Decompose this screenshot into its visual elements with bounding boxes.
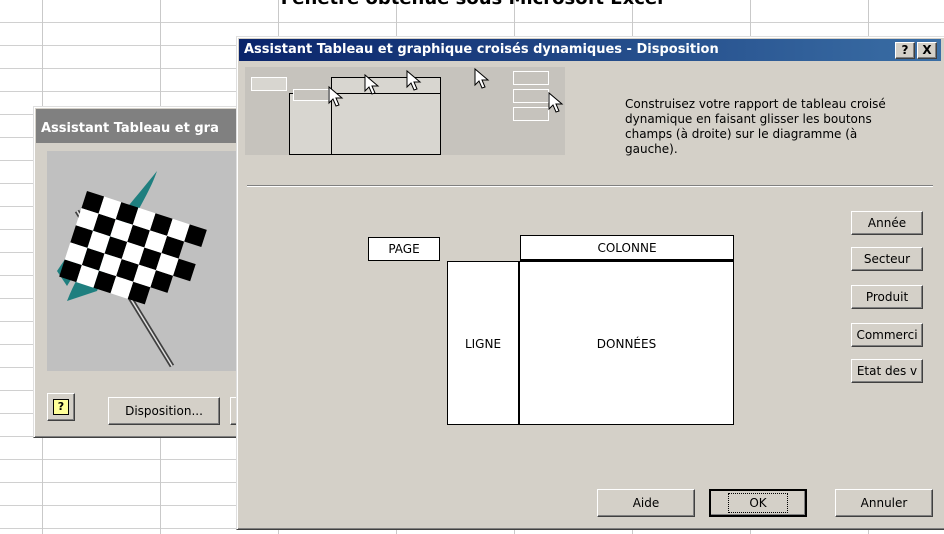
- data-area-label: DONNÉES: [596, 337, 657, 351]
- field-button-annee[interactable]: Année: [851, 211, 923, 235]
- page-area-label: PAGE: [388, 242, 420, 256]
- layout-dialog: Assistant Tableau et graphique croisés d…: [236, 36, 944, 530]
- column-area-label: COLONNE: [597, 241, 657, 255]
- title-help-label: ?: [901, 43, 909, 57]
- ok-button-label: OK: [728, 493, 788, 513]
- back-dialog-titlebar: Assistant Tableau et gra: [36, 109, 270, 143]
- cursor-icon: [328, 85, 344, 107]
- field-label: Secteur: [863, 252, 911, 266]
- page-heading: Fenêtre obtenue sous Microsoft Excel: [0, 0, 944, 9]
- row-drop-area[interactable]: LIGNE: [447, 261, 520, 425]
- cursor-icon: [406, 69, 422, 91]
- dialog-title: Assistant Tableau et graphique croisés d…: [244, 42, 719, 57]
- cursor-icon: [474, 67, 490, 89]
- preview-field-button: [513, 107, 549, 121]
- help-icon: ?: [53, 399, 69, 415]
- close-button[interactable]: X: [917, 42, 937, 59]
- field-button-secteur[interactable]: Secteur: [851, 247, 923, 271]
- help-button-label: Aide: [632, 496, 660, 510]
- instructions-text: Construisez votre rapport de tableau cro…: [625, 97, 886, 156]
- field-label: Commerci: [856, 328, 918, 342]
- dialog-titlebar: Assistant Tableau et graphique croisés d…: [239, 39, 941, 61]
- preview-field-button: [513, 89, 549, 103]
- checkered-flag-image: [47, 151, 247, 371]
- column-drop-area[interactable]: COLONNE: [520, 235, 734, 261]
- separator: [247, 185, 933, 187]
- cancel-button[interactable]: Annuler: [835, 489, 933, 517]
- layout-preview-illustration: [245, 67, 565, 155]
- disposition-button-label: Disposition...: [125, 404, 203, 418]
- field-button-produit[interactable]: Produit: [851, 285, 923, 309]
- row-area-label: LIGNE: [464, 337, 502, 351]
- field-button-etat[interactable]: Etat des v: [851, 359, 923, 383]
- field-label: Etat des v: [856, 364, 918, 378]
- help-icon-button[interactable]: ?: [47, 393, 75, 421]
- preview-field-button: [513, 71, 549, 85]
- preview-row-field: [293, 89, 329, 101]
- checkered-flag-icon: [47, 151, 247, 371]
- preview-page-box: [251, 77, 287, 91]
- page-drop-area[interactable]: PAGE: [368, 237, 440, 261]
- field-label: Année: [867, 216, 907, 230]
- cancel-button-label: Annuler: [860, 496, 908, 510]
- field-label: Produit: [865, 290, 909, 304]
- field-button-commercial[interactable]: Commerci: [851, 323, 923, 347]
- help-button[interactable]: Aide: [597, 489, 695, 517]
- data-drop-area[interactable]: DONNÉES: [520, 261, 734, 425]
- title-help-button[interactable]: ?: [895, 42, 915, 59]
- disposition-button[interactable]: Disposition...: [108, 397, 220, 425]
- close-icon: X: [922, 43, 932, 57]
- cursor-icon: [548, 91, 564, 113]
- back-dialog-title: Assistant Tableau et gra: [41, 121, 219, 136]
- preview-data-box: [331, 93, 441, 155]
- ok-button[interactable]: OK: [709, 489, 807, 517]
- cursor-icon: [364, 73, 380, 95]
